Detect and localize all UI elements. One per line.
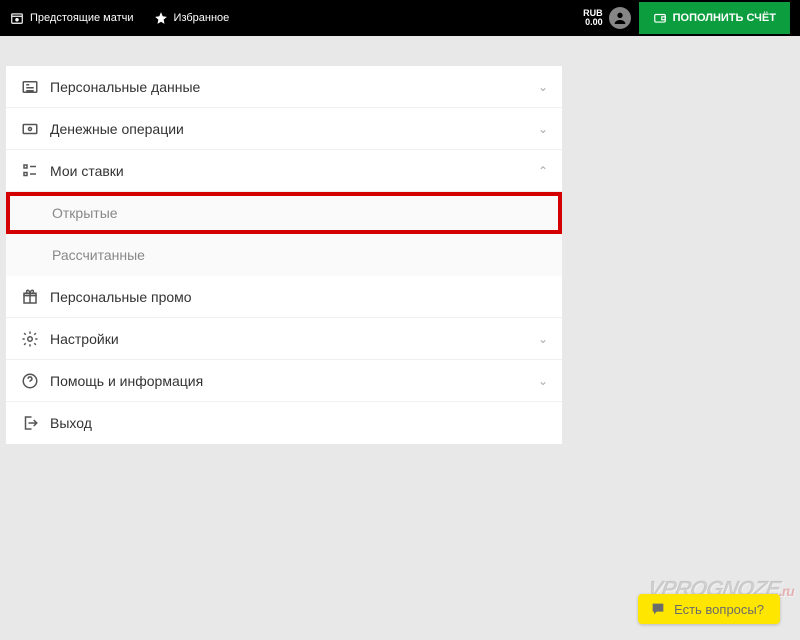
menu-label: Персональные промо: [50, 289, 548, 305]
nav-favorites-label: Избранное: [174, 12, 230, 24]
menu-money-operations[interactable]: Денежные операции ⌄: [6, 108, 562, 150]
logout-icon: [20, 414, 40, 432]
submenu-label: Открытые: [52, 205, 118, 221]
menu-personal-data[interactable]: Персональные данные ⌄: [6, 66, 562, 108]
star-icon: [154, 11, 168, 25]
menu-label: Мои ставки: [50, 163, 538, 179]
account-menu-panel: Персональные данные ⌄ Денежные операции …: [6, 66, 562, 444]
topbar-left: Предстоящие матчи Избранное: [10, 11, 229, 25]
wallet-icon: [653, 11, 667, 25]
nav-upcoming-label: Предстоящие матчи: [30, 12, 134, 24]
id-card-icon: [20, 78, 40, 96]
help-chat-button[interactable]: Есть вопросы?: [638, 594, 780, 624]
submenu-settled-bets[interactable]: Рассчитанные: [6, 234, 562, 276]
balance-amount: 0.00: [583, 18, 603, 27]
topup-button[interactable]: ПОПОЛНИТЬ СЧЁТ: [639, 2, 790, 34]
submenu-open-bets[interactable]: Открытые: [6, 192, 562, 234]
my-bets-submenu: Открытые Рассчитанные: [6, 192, 562, 276]
nav-upcoming-matches[interactable]: Предстоящие матчи: [10, 11, 134, 25]
balance-display: RUB 0.00: [583, 9, 603, 27]
menu-label: Выход: [50, 415, 548, 431]
gear-icon: [20, 330, 40, 348]
menu-label: Денежные операции: [50, 121, 538, 137]
menu-label: Персональные данные: [50, 79, 538, 95]
submenu-label: Рассчитанные: [52, 247, 145, 263]
chevron-down-icon: ⌄: [538, 80, 548, 94]
chevron-down-icon: ⌄: [538, 122, 548, 136]
menu-my-bets[interactable]: Мои ставки ⌃: [6, 150, 562, 192]
chevron-down-icon: ⌄: [538, 374, 548, 388]
menu-settings[interactable]: Настройки ⌄: [6, 318, 562, 360]
nav-favorites[interactable]: Избранное: [154, 11, 230, 25]
top-bar: Предстоящие матчи Избранное RUB 0.00 ПОП…: [0, 0, 800, 36]
menu-label: Настройки: [50, 331, 538, 347]
chat-icon: [650, 601, 666, 617]
money-icon: [20, 120, 40, 138]
gift-icon: [20, 288, 40, 306]
topup-label: ПОПОЛНИТЬ СЧЁТ: [673, 12, 776, 24]
content-area: Персональные данные ⌄ Денежные операции …: [0, 36, 800, 444]
chevron-up-icon: ⌃: [538, 164, 548, 178]
calendar-icon: [10, 11, 24, 25]
chevron-down-icon: ⌄: [538, 332, 548, 346]
menu-label: Помощь и информация: [50, 373, 538, 389]
menu-help-info[interactable]: Помощь и информация ⌄: [6, 360, 562, 402]
menu-personal-promo[interactable]: Персональные промо: [6, 276, 562, 318]
user-avatar[interactable]: [609, 7, 631, 29]
user-icon: [612, 10, 628, 26]
help-icon: [20, 372, 40, 390]
help-chat-label: Есть вопросы?: [674, 602, 764, 617]
watermark-suffix: .ru: [777, 583, 795, 599]
list-icon: [20, 162, 40, 180]
menu-logout[interactable]: Выход: [6, 402, 562, 444]
